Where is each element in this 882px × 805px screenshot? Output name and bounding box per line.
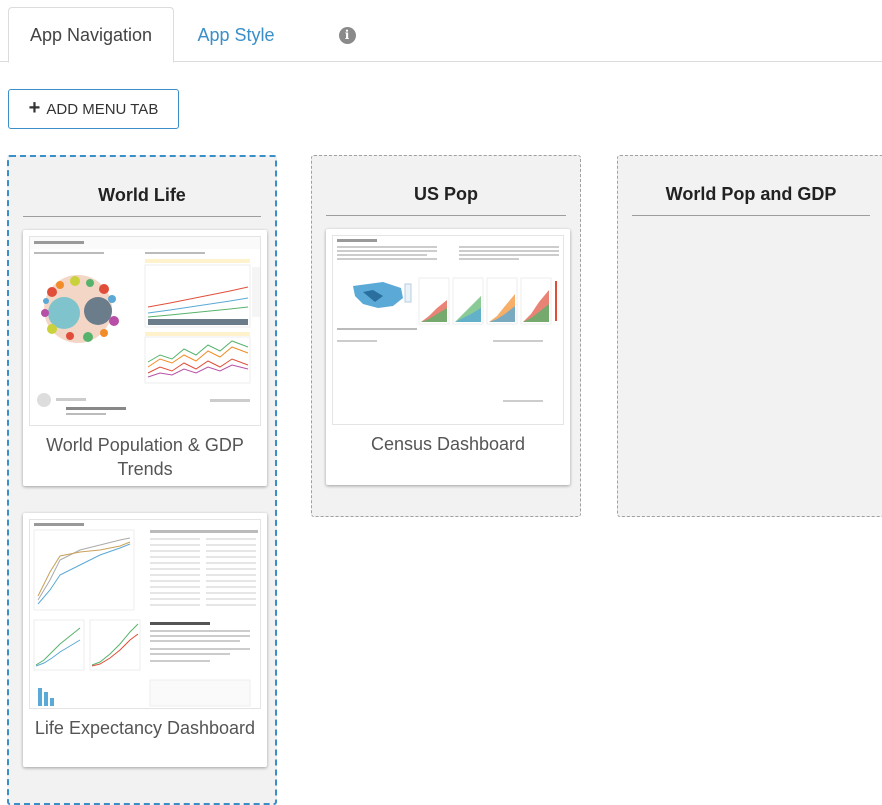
add-menu-tab-button[interactable]: + ADD MENU TAB (8, 89, 179, 129)
add-menu-tab-label: ADD MENU TAB (46, 100, 159, 118)
app-card-world-population-gdp-trends[interactable]: World Population & GDP Trends (23, 230, 267, 486)
dashboard-thumbnail (29, 519, 261, 709)
column-title[interactable]: World Life (23, 185, 261, 217)
plus-icon: + (28, 97, 41, 119)
menu-column-world-pop-and-gdp[interactable]: World Pop and GDP (617, 155, 882, 517)
app-card-census-dashboard[interactable]: Census Dashboard (326, 229, 570, 485)
tab-app-style[interactable]: App Style (186, 7, 286, 63)
dashboard-thumbnail (29, 236, 261, 426)
menu-column-world-life[interactable]: World Life World Population & GDP Trends… (7, 155, 277, 805)
menu-column-us-pop[interactable]: US Pop Census Dashboard (311, 155, 581, 517)
card-title: Census Dashboard (370, 434, 526, 454)
card-title: World Population & GDP Trends (46, 435, 244, 479)
card-title: Life Expectancy Dashboard (34, 718, 256, 738)
column-title[interactable]: World Pop and GDP (632, 184, 870, 216)
column-title[interactable]: US Pop (326, 184, 566, 216)
dashboard-thumbnail (332, 235, 564, 425)
tab-app-navigation[interactable]: App Navigation (8, 7, 174, 63)
tab-bar: App Navigation App Style i (0, 0, 882, 63)
tab-info[interactable]: i (330, 7, 364, 63)
info-icon: i (338, 26, 356, 44)
app-card-life-expectancy-dashboard[interactable]: Life Expectancy Dashboard (23, 513, 267, 767)
